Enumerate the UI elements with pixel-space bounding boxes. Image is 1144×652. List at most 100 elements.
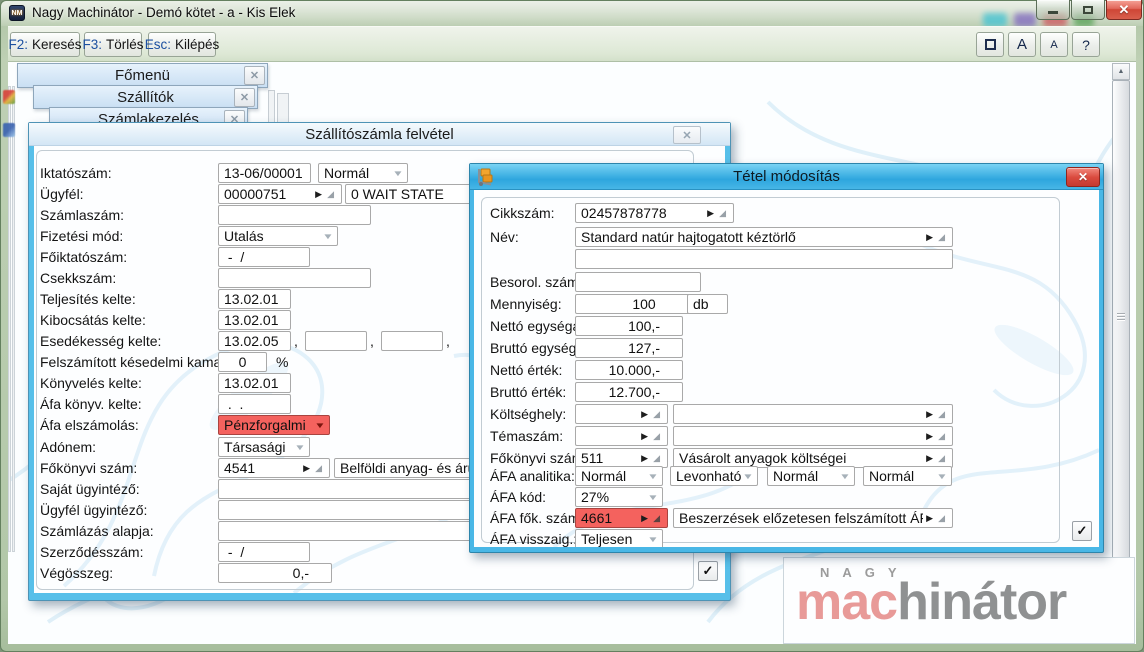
foiktatoszam-input[interactable]: - / [218, 247, 310, 267]
browse-icon[interactable]: ▶ [315, 189, 322, 200]
browse-icon[interactable]: ▶ [641, 409, 648, 420]
expand-icon[interactable]: ◢ [315, 463, 322, 474]
item-fokonyvi-szam-input[interactable]: 511▶◢ [575, 448, 668, 468]
item-dialog-titlebar[interactable]: Tétel módosítás ✕ [470, 164, 1103, 190]
exit-button[interactable]: Esc:Kilépés [148, 32, 216, 57]
expand-icon[interactable]: ◢ [938, 453, 945, 464]
afa-analitika-select-4[interactable]: Normál▼ [863, 466, 952, 486]
close-button[interactable]: ✕ [1106, 0, 1142, 20]
scrollbar-up-button[interactable]: ▲ [1112, 63, 1130, 80]
expand-icon[interactable]: ◢ [327, 189, 334, 200]
nev-input[interactable]: Standard natúr hajtogatott kéztörlő▶◢ [575, 227, 953, 247]
main-titlebar[interactable]: NM Nagy Machinátor - Demó kötet - a - Ki… [0, 0, 1144, 26]
fizetesi-mod-select[interactable]: Utalás▼ [218, 226, 338, 246]
afa-fok-szam-input[interactable]: 4661▶◢ [575, 508, 668, 528]
scrollbar-thumb[interactable] [1112, 80, 1130, 586]
netto-egysegar-input[interactable]: 100,- [575, 316, 683, 336]
adonem-select[interactable]: Társasági▼ [218, 437, 310, 457]
window-bar-szallitok[interactable]: Szállítók ✕ [33, 85, 258, 109]
expand-icon[interactable]: ◢ [938, 409, 945, 420]
esedekesseg-kelte-input[interactable]: 13.02.05 [218, 331, 291, 351]
iktatoszam-input[interactable]: 13-06/00001 [218, 163, 311, 183]
square-icon [985, 39, 996, 50]
browse-icon[interactable]: ▶ [641, 431, 648, 442]
browse-icon[interactable]: ▶ [926, 453, 933, 464]
close-icon: ✕ [1119, 2, 1130, 18]
nev2-input[interactable] [575, 249, 953, 269]
afa-visszaig-select[interactable]: Teljesen▼ [575, 529, 663, 547]
check-icon: ✓ [1077, 523, 1088, 539]
field-label: Költséghely: [490, 404, 566, 424]
browse-icon[interactable]: ▶ [303, 463, 310, 474]
iktatoszam-type-select[interactable]: Normál▼ [318, 163, 408, 183]
netto-ertek-input[interactable]: 10.000,- [575, 360, 683, 380]
minimize-button[interactable] [1036, 0, 1070, 20]
browse-icon[interactable]: ▶ [926, 232, 933, 243]
temaszam-name-input[interactable]: ▶◢ [673, 426, 953, 446]
font-larger-button[interactable]: A [1008, 32, 1036, 57]
temaszam-code-input[interactable]: ▶◢ [575, 426, 668, 446]
kibocsatas-kelte-input[interactable]: 13.02.01 [218, 310, 291, 330]
invoice-confirm-button[interactable]: ✓ [698, 561, 718, 581]
szamlaszam-input[interactable] [218, 205, 371, 225]
close-fomenu-button[interactable]: ✕ [244, 66, 265, 85]
expand-icon[interactable]: ◢ [653, 431, 660, 442]
browse-icon[interactable]: ▶ [926, 409, 933, 420]
brutto-egysegar-input[interactable]: 127,- [575, 338, 683, 358]
expand-icon[interactable]: ◢ [938, 431, 945, 442]
item-close-button[interactable]: ✕ [1066, 167, 1100, 187]
field-label: Számlázás alapja: [40, 521, 154, 541]
search-button[interactable]: F2:Keresés [10, 32, 80, 57]
expand-icon[interactable]: ◢ [719, 208, 726, 219]
browse-icon[interactable]: ▶ [641, 513, 648, 524]
item-confirm-button[interactable]: ✓ [1072, 521, 1092, 541]
expand-icon[interactable]: ◢ [938, 513, 945, 524]
expand-icon[interactable]: ◢ [653, 513, 660, 524]
browse-icon[interactable]: ▶ [926, 431, 933, 442]
afa-kod-select[interactable]: 27%▼ [575, 487, 663, 507]
afa-analitika-select-3[interactable]: Normál▼ [767, 466, 855, 486]
maximize-button[interactable] [1071, 0, 1105, 20]
afa-elszamolas-select[interactable]: Pénzforgalmi▼ [218, 415, 330, 435]
delete-button[interactable]: F3:Törlés [84, 32, 142, 57]
mennyiseg-unit-input[interactable]: db [687, 294, 728, 314]
afa-fok-nev-input[interactable]: Beszerzések előzetesen felszámított ÁFA▶… [673, 508, 953, 528]
teljesites-kelte-input[interactable]: 13.02.01 [218, 289, 291, 309]
window-mode-button[interactable] [976, 32, 1004, 57]
fokonyvi-szam-input[interactable]: 4541▶◢ [218, 458, 330, 478]
vegosszeg-input[interactable]: 0,- [218, 563, 332, 583]
koltseghely-name-input[interactable]: ▶◢ [673, 404, 953, 424]
invoice-dialog-titlebar[interactable]: Szállítószámla felvétel ✕ [29, 123, 730, 146]
maximize-icon [1083, 6, 1093, 14]
szerzodesszam-input[interactable]: - / [218, 542, 310, 562]
esedekesseg-kelte-input-3[interactable] [381, 331, 443, 351]
field-label: Név: [490, 227, 519, 247]
field-label: ÁFA kód: [490, 487, 546, 507]
csekkszam-input[interactable] [218, 268, 371, 288]
close-szallitok-button[interactable]: ✕ [234, 88, 255, 107]
afa-konyv-kelte-input[interactable]: . . [218, 394, 291, 414]
cikkszam-input[interactable]: 02457878778▶◢ [575, 203, 734, 223]
close-icon: ✕ [682, 129, 691, 142]
ugyfel-code-input[interactable]: 00000751▶◢ [218, 184, 342, 204]
expand-icon[interactable]: ◢ [653, 453, 660, 464]
chevron-down-icon: ▼ [314, 421, 326, 430]
esedekesseg-kelte-input-2[interactable] [305, 331, 367, 351]
konyveles-kelte-input[interactable]: 13.02.01 [218, 373, 291, 393]
afa-analitika-select-1[interactable]: Normál▼ [575, 466, 663, 486]
kesedelmi-kamat-input[interactable]: 0 [218, 352, 267, 372]
invoice-close-button[interactable]: ✕ [673, 126, 701, 144]
brutto-ertek-input[interactable]: 12.700,- [575, 382, 683, 402]
browse-icon[interactable]: ▶ [926, 513, 933, 524]
besorol-szam-input[interactable] [575, 272, 701, 292]
expand-icon[interactable]: ◢ [938, 232, 945, 243]
browse-icon[interactable]: ▶ [641, 453, 648, 464]
field-label: Bruttó érték: [490, 382, 566, 402]
help-button[interactable]: ? [1072, 32, 1100, 57]
expand-icon[interactable]: ◢ [653, 409, 660, 420]
browse-icon[interactable]: ▶ [707, 208, 714, 219]
afa-analitika-select-2[interactable]: Levonható▼ [670, 466, 758, 486]
koltseghely-code-input[interactable]: ▶◢ [575, 404, 668, 424]
item-fokonyvi-nev-input[interactable]: Vásárolt anyagok költségei▶◢ [673, 448, 953, 468]
font-smaller-button[interactable]: A [1040, 32, 1068, 57]
